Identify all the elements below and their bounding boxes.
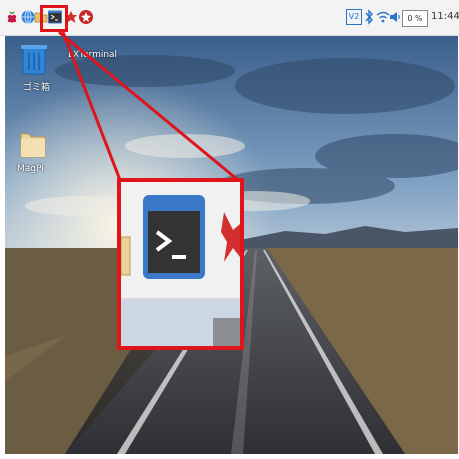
zoom-inset [117,178,244,350]
zoom-content [121,182,240,346]
